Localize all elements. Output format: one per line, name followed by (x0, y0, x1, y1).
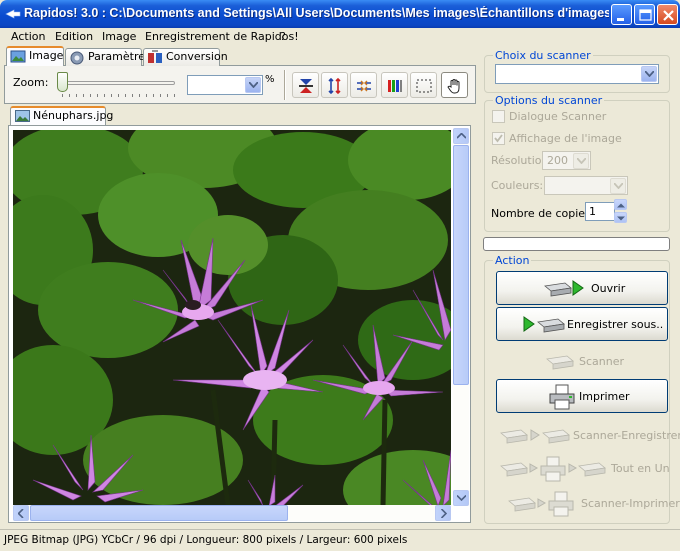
printer-icon (547, 384, 577, 413)
image-viewer[interactable] (8, 125, 471, 523)
scanner-enregistrer-label: Scanner-Enregistrer (573, 429, 680, 442)
affichage-label: Affichage de l'image (509, 132, 622, 145)
couleurs-select[interactable] (544, 176, 628, 195)
scanner-imprimer-label: Scanner-Imprimer (581, 497, 680, 510)
main-tabs: Image Paramètres Conversion (4, 46, 476, 67)
scroll-left-button[interactable] (13, 505, 29, 521)
image-file-icon (15, 110, 30, 126)
ouvrir-label: Ouvrir (591, 282, 626, 295)
menu-enregistrement[interactable]: Enregistrement de Rapidos! (145, 30, 299, 43)
scan-print-icon (507, 491, 581, 520)
water-lily-image[interactable] (13, 130, 451, 506)
zoom-slider-ticks (62, 94, 180, 97)
all-in-one-icon (499, 456, 611, 485)
save-to-disk-icon (522, 312, 566, 339)
scan-save-icon (499, 423, 575, 450)
tab-conversion-label: Conversion (166, 50, 228, 63)
enregistrer-sous-label: Enregistrer sous.. (567, 318, 664, 331)
scroll-right-button[interactable] (435, 505, 451, 521)
copies-input[interactable]: 1 (585, 202, 615, 221)
tab-image[interactable]: Image (6, 46, 64, 67)
scanner-imprimer-button[interactable]: Scanner-Imprimer (496, 486, 680, 520)
tab-image-label: Image (29, 49, 64, 62)
horizontal-scrollbar[interactable] (13, 505, 451, 521)
copies-down-button[interactable] (614, 212, 627, 223)
maximize-button[interactable] (634, 4, 655, 25)
scanner-enregistrer-button[interactable]: Scanner-Enregistrer (496, 418, 680, 452)
status-bar: JPEG Bitmap (JPG) YCbCr / 96 dpi / Longu… (0, 529, 680, 551)
copies-label: Nombre de copies: (491, 207, 595, 220)
status-text: JPEG Bitmap (JPG) YCbCr / 96 dpi / Longu… (4, 534, 408, 546)
image-toolbar: Zoom: % (4, 66, 476, 104)
close-button[interactable] (657, 4, 678, 25)
hand-tool-button[interactable] (441, 72, 468, 98)
scanner-choice-legend: Choix du scanner (493, 49, 593, 62)
toolbar-separator (284, 70, 286, 100)
tout-en-un-button[interactable]: Tout en Un (496, 451, 670, 485)
dialogue-scanner-checkbox[interactable] (492, 110, 505, 123)
side-panel: Choix du scanner Options du scanner Dial… (478, 46, 680, 528)
document-tab-label: Nénuphars.jpg (33, 109, 114, 122)
menu-edition[interactable]: Edition (55, 30, 93, 43)
color-button[interactable] (381, 72, 408, 98)
scanner-open-icon (543, 276, 585, 303)
tab-parametres-label: Paramètres (88, 50, 151, 63)
image-panel: Image Paramètres Conversion Zoom: % Nénu… (4, 46, 476, 528)
affichage-checkbox[interactable] (492, 132, 505, 145)
copies-up-button[interactable] (614, 199, 627, 210)
imprimer-button[interactable]: Imprimer (496, 379, 668, 413)
zoom-select[interactable] (187, 75, 263, 95)
fit-height-button[interactable] (321, 72, 348, 98)
vertical-scroll-thumb[interactable] (453, 145, 469, 385)
chevron-down-icon[interactable] (610, 178, 626, 194)
menu-image[interactable]: Image (102, 30, 136, 43)
resolution-select[interactable]: 200 (542, 151, 591, 170)
tab-conversion[interactable]: Conversion (143, 48, 228, 66)
scanner-select[interactable] (495, 64, 659, 84)
menu-bar: Action Edition Image Enregistrement de R… (0, 28, 680, 46)
resolution-value: 200 (547, 154, 568, 167)
scroll-up-button[interactable] (453, 128, 469, 144)
zoom-slider-track[interactable] (57, 81, 175, 85)
chevron-down-icon[interactable] (641, 66, 657, 82)
menu-action[interactable]: Action (11, 30, 45, 43)
zoom-slider-thumb[interactable] (57, 72, 68, 92)
fit-width-button[interactable] (292, 72, 319, 98)
dialogue-scanner-label: Dialogue Scanner (509, 110, 607, 123)
couleurs-label: Couleurs: (491, 179, 544, 192)
tab-parametres[interactable]: Paramètres (65, 48, 151, 66)
rapidos-app-icon[interactable] (5, 7, 21, 21)
enregistrer-sous-button[interactable]: Enregistrer sous.. (496, 307, 668, 341)
imprimer-label: Imprimer (579, 390, 630, 403)
progress-bar (483, 237, 670, 251)
scanner-button[interactable]: Scanner (496, 344, 668, 378)
document-tab[interactable]: Nénuphars.jpg (10, 106, 113, 126)
vertical-scrollbar[interactable] (453, 128, 469, 506)
scroll-down-button[interactable] (453, 490, 469, 506)
menu-help[interactable]: ? (280, 30, 286, 43)
zoom-label: Zoom: (13, 76, 49, 89)
horizontal-scroll-thumb[interactable] (30, 505, 288, 521)
tout-en-un-label: Tout en Un (611, 462, 670, 475)
window-title: Rapidos! 3.0 : C:\Documents and Settings… (24, 6, 609, 20)
chevron-down-icon[interactable] (245, 77, 261, 93)
zoom-percent-sign: % (265, 74, 275, 85)
title-bar[interactable]: Rapidos! 3.0 : C:\Documents and Settings… (0, 0, 680, 28)
scanner-choice-group: Choix du scanner (484, 49, 670, 93)
scanner-options-legend: Options du scanner (493, 94, 605, 107)
chevron-down-icon[interactable] (573, 153, 589, 169)
ouvrir-button[interactable]: Ouvrir (496, 271, 668, 305)
scanner-options-group: Options du scanner Dialogue Scanner Affi… (484, 94, 670, 232)
scanner-icon (545, 349, 579, 376)
minimize-button[interactable] (611, 4, 632, 25)
selection-button[interactable] (410, 72, 437, 98)
scanner-label: Scanner (579, 355, 625, 368)
action-legend: Action (493, 254, 532, 267)
fit-all-button[interactable] (350, 72, 377, 98)
action-group: Action Ouvrir Enregistrer sous.. Scanner… (484, 254, 680, 524)
